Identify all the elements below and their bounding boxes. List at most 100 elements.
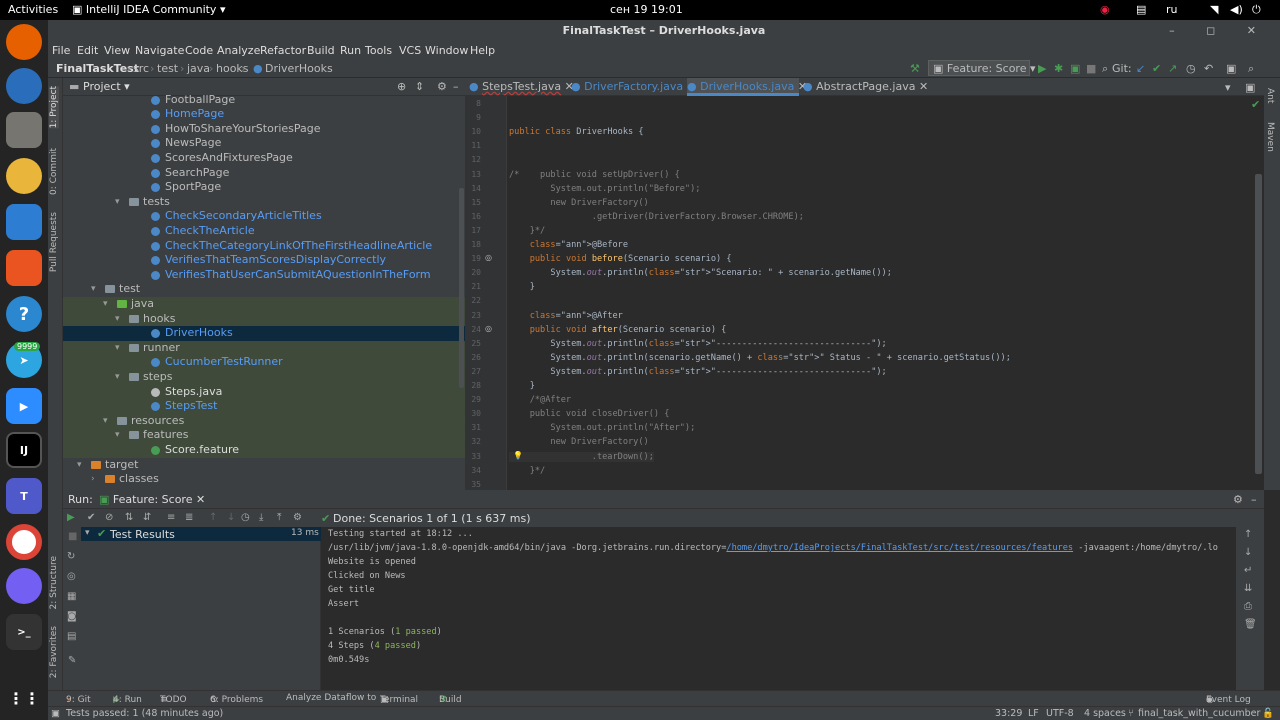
settings-icon[interactable]: ⚙ <box>437 80 447 93</box>
settings-icon[interactable]: ⚙ <box>293 512 302 523</box>
import-icon[interactable]: ⤓ <box>259 512 263 523</box>
line-number[interactable]: 20 <box>465 268 481 277</box>
tree-item[interactable]: VerifiesThatUserCanSubmitAQuestionInTheF… <box>63 268 465 283</box>
tool-structure[interactable]: 2: Structure <box>49 556 59 610</box>
split-icon[interactable]: ▣ <box>1245 81 1255 94</box>
terminal-icon[interactable]: >_ <box>6 614 42 650</box>
tree-item[interactable]: SearchPage <box>63 166 465 181</box>
git-branch[interactable]: final_task_with_cucumber <box>1138 708 1260 719</box>
chevron-down-icon[interactable]: ▾ <box>115 370 120 384</box>
tab-stepstest[interactable]: ● StepsTest.java ✕ <box>469 78 574 96</box>
tree-item[interactable]: › classes <box>63 472 465 487</box>
tab-driverhooks[interactable]: ● DriverHooks.java ✕ <box>687 78 807 96</box>
menu-edit[interactable]: Edit <box>77 44 98 57</box>
tree-item[interactable]: CheckSecondaryArticleTitles <box>63 209 465 224</box>
firefox-icon[interactable] <box>6 24 42 60</box>
line-number[interactable]: 33 <box>465 452 481 461</box>
coverage-icon[interactable]: ▣ <box>1070 62 1080 75</box>
teams-icon[interactable]: T <box>6 478 42 514</box>
line-number[interactable]: 35 <box>465 480 481 489</box>
tree-item[interactable]: CheckTheCategoryLinkOfTheFirstHeadlineAr… <box>63 239 465 254</box>
line-number[interactable]: 10 <box>465 127 481 136</box>
line-number[interactable]: 31 <box>465 423 481 432</box>
network-icon[interactable]: ◥ <box>1210 3 1218 16</box>
build-hammer-icon[interactable]: ⚒ <box>910 62 920 75</box>
sort-duration-icon[interactable]: ⇵ <box>143 512 151 523</box>
git-push-icon[interactable]: ↗ <box>1168 62 1177 75</box>
line-number[interactable]: 34 <box>465 466 481 475</box>
chevron-down-icon[interactable]: ▾ <box>103 297 108 311</box>
line-number[interactable]: 22 <box>465 296 481 305</box>
code-line[interactable]: public void before(Scenario scenario) { <box>509 254 732 264</box>
tree-item[interactable]: ▾ steps <box>63 370 465 385</box>
line-number[interactable]: 27 <box>465 367 481 376</box>
export-icon[interactable]: ⤒ <box>277 512 281 523</box>
crumb-test[interactable]: test <box>157 62 178 75</box>
chevron-down-icon[interactable]: ▾ <box>115 428 120 442</box>
run-config-tab[interactable]: ▣ Feature: Score ✕ <box>99 493 205 506</box>
menu-analyze[interactable]: Analyze <box>217 44 260 57</box>
line-number[interactable]: 25 <box>465 339 481 348</box>
menu-view[interactable]: View <box>104 44 130 57</box>
line-number[interactable]: 24 <box>465 325 481 334</box>
tree-item[interactable]: ▾ resources <box>63 413 465 429</box>
chevron-down-icon[interactable]: ▾ <box>103 414 108 428</box>
print-icon[interactable]: ⎙ <box>1244 601 1252 612</box>
sort-alpha-icon[interactable]: ⇅ <box>125 512 133 523</box>
code-line[interactable]: }*/ <box>509 466 546 476</box>
editor-scrollbar[interactable] <box>1255 174 1262 474</box>
rerun-failed-icon[interactable]: ↻ <box>67 551 75 562</box>
line-number[interactable]: 32 <box>465 437 481 446</box>
line-number[interactable]: 16 <box>465 212 481 221</box>
code-line[interactable]: /*@After <box>509 395 571 405</box>
tree-item[interactable]: VerifiesThatTeamScoresDisplayCorrectly <box>63 253 465 268</box>
app-menu[interactable]: ▣ IntelliJ IDEA Community ▾ <box>72 3 225 16</box>
menu-navigate[interactable]: Navigate <box>135 44 184 57</box>
menu-build[interactable]: Build <box>307 44 335 57</box>
tree-item[interactable]: StepsTest <box>63 399 465 414</box>
record-icon[interactable]: ◉ <box>1100 3 1110 16</box>
crumb-driverhooks[interactable]: DriverHooks <box>265 62 333 75</box>
tree-item[interactable]: FootballPage <box>63 93 465 108</box>
line-number[interactable]: 26 <box>465 353 481 362</box>
code-line[interactable]: public void closeDriver() { <box>509 409 670 419</box>
tool-project[interactable]: 1: Project <box>49 86 59 129</box>
tree-item[interactable]: ▾ runner <box>63 340 465 356</box>
line-number[interactable]: 28 <box>465 381 481 390</box>
test-results-row[interactable]: ▾ ✔ Test Results 13 ms <box>81 527 321 541</box>
language-indicator[interactable]: ru <box>1166 3 1178 16</box>
toggle-autotest-icon[interactable]: ◎ <box>67 571 76 582</box>
code-line[interactable]: /* public void setUpDriver() { <box>509 170 680 180</box>
chevron-down-icon[interactable]: ▾ <box>115 195 120 209</box>
line-number[interactable]: 18 <box>465 240 481 249</box>
display-icon[interactable]: ▤ <box>1136 3 1146 16</box>
tree-item[interactable]: ▾ tests <box>63 195 465 210</box>
tool-pull-requests[interactable]: Pull Requests <box>49 212 59 272</box>
line-number[interactable]: 15 <box>465 198 481 207</box>
git-commit-icon[interactable]: ✔ <box>1152 62 1161 75</box>
volume-icon[interactable]: ◀) <box>1230 3 1243 16</box>
tree-item[interactable]: ▾ features <box>63 428 465 443</box>
code-line[interactable]: class="ann">@After <box>509 311 623 321</box>
code-line[interactable]: System.out.println(class="str">"--------… <box>509 339 886 349</box>
menu-file[interactable]: File <box>52 44 70 57</box>
close-icon[interactable]: ✕ <box>196 493 205 506</box>
tool-ant[interactable]: Ant <box>1265 88 1275 103</box>
pin-icon[interactable]: ✎ <box>68 655 76 666</box>
crumb-java[interactable]: java <box>187 62 210 75</box>
debug-icon[interactable]: ✱ <box>1054 62 1063 75</box>
chevron-right-icon[interactable]: › <box>91 472 95 486</box>
window-controls[interactable]: – ◻ ✕ <box>1169 20 1270 42</box>
lightbulb-icon[interactable]: 💡 <box>513 451 523 460</box>
tab-abstractpage[interactable]: ● AbstractPage.java ✕ <box>803 78 928 96</box>
clock[interactable]: сен 19 19:01 <box>610 3 683 16</box>
tree-item[interactable]: CucumberTestRunner <box>63 355 465 370</box>
menu-window[interactable]: Window <box>425 44 468 57</box>
close-icon[interactable]: ✕ <box>919 80 928 93</box>
search-icon[interactable]: ⌕ <box>1102 62 1108 76</box>
trash-icon[interactable]: 🗑 <box>1244 619 1257 630</box>
line-number[interactable]: 11 <box>465 141 481 150</box>
history-icon[interactable]: ◷ <box>241 512 250 523</box>
next-failed-icon[interactable]: ↓ <box>227 512 235 523</box>
project-view-select[interactable]: Project ▾ <box>83 80 130 93</box>
